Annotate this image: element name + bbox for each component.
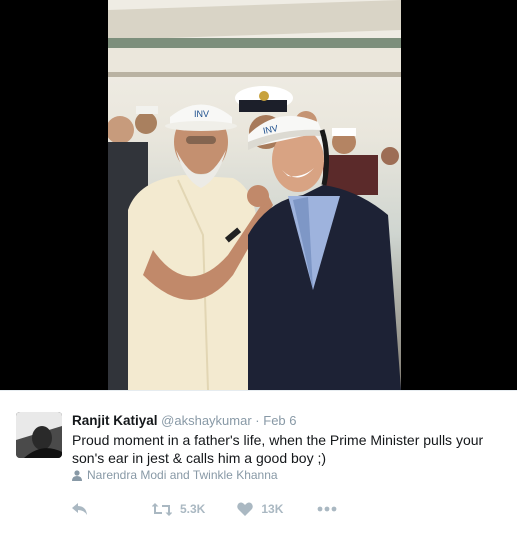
more-button[interactable] bbox=[317, 506, 337, 512]
retweet-button[interactable]: 5.3K bbox=[152, 502, 205, 516]
reply-button[interactable] bbox=[72, 502, 88, 516]
like-button[interactable]: 13K bbox=[237, 502, 283, 516]
tweet-header: Ranjit Katiyal @akshaykumar · Feb 6 bbox=[72, 413, 297, 429]
more-icon bbox=[317, 506, 337, 512]
tweet-actions: 5.3K 13K bbox=[72, 500, 372, 518]
tweet-text: Proud moment in a father's life, when th… bbox=[72, 432, 484, 466]
handle[interactable]: @akshaykumar bbox=[161, 413, 252, 428]
separator: · bbox=[255, 413, 260, 428]
avatar[interactable] bbox=[16, 412, 62, 458]
tagged-people-label[interactable]: Narendra Modi and Twinkle Khanna bbox=[87, 468, 278, 482]
reply-icon bbox=[72, 502, 87, 515]
svg-text:INV: INV bbox=[194, 109, 209, 119]
photo-illustration: INV INV bbox=[108, 0, 401, 390]
like-count: 13K bbox=[261, 502, 284, 516]
tweet: Ranjit Katiyal @akshaykumar · Feb 6 Prou… bbox=[0, 390, 517, 533]
tweet-media[interactable]: INV INV bbox=[0, 0, 517, 390]
display-name[interactable]: Ranjit Katiyal bbox=[72, 413, 158, 428]
person-icon bbox=[72, 469, 82, 481]
tagged-people[interactable]: Narendra Modi and Twinkle Khanna bbox=[72, 468, 278, 482]
retweet-count: 5.3K bbox=[180, 502, 206, 516]
heart-icon bbox=[237, 502, 254, 516]
retweet-icon bbox=[152, 502, 172, 516]
tweet-photo[interactable]: INV INV bbox=[108, 0, 401, 390]
timestamp[interactable]: Feb 6 bbox=[263, 413, 296, 428]
